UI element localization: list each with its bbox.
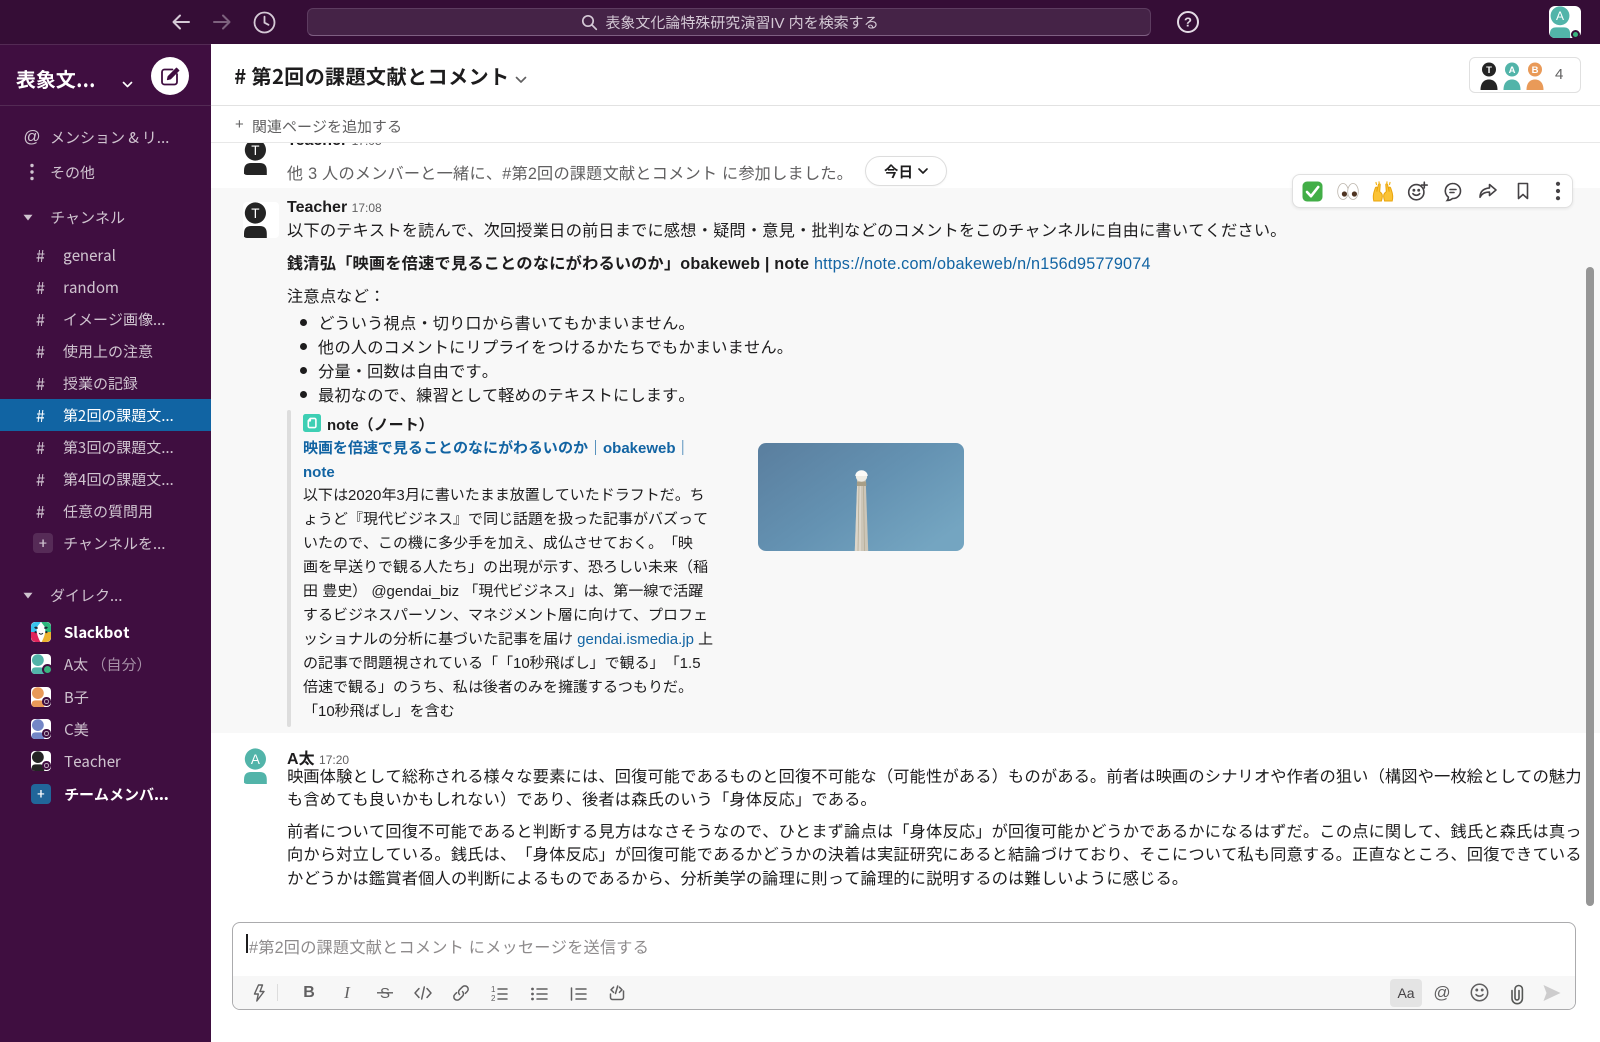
svg-text:2: 2 bbox=[491, 994, 496, 1003]
svg-text:?: ? bbox=[1184, 15, 1192, 30]
svg-text:B: B bbox=[1532, 65, 1539, 76]
svg-text:A: A bbox=[1509, 65, 1516, 76]
svg-text:1: 1 bbox=[491, 985, 496, 994]
svg-text:A: A bbox=[1556, 9, 1564, 23]
svg-text:T: T bbox=[1486, 65, 1492, 76]
svg-text:T: T bbox=[251, 206, 259, 221]
svg-text:T: T bbox=[251, 143, 259, 158]
svg-text:A: A bbox=[251, 752, 260, 767]
